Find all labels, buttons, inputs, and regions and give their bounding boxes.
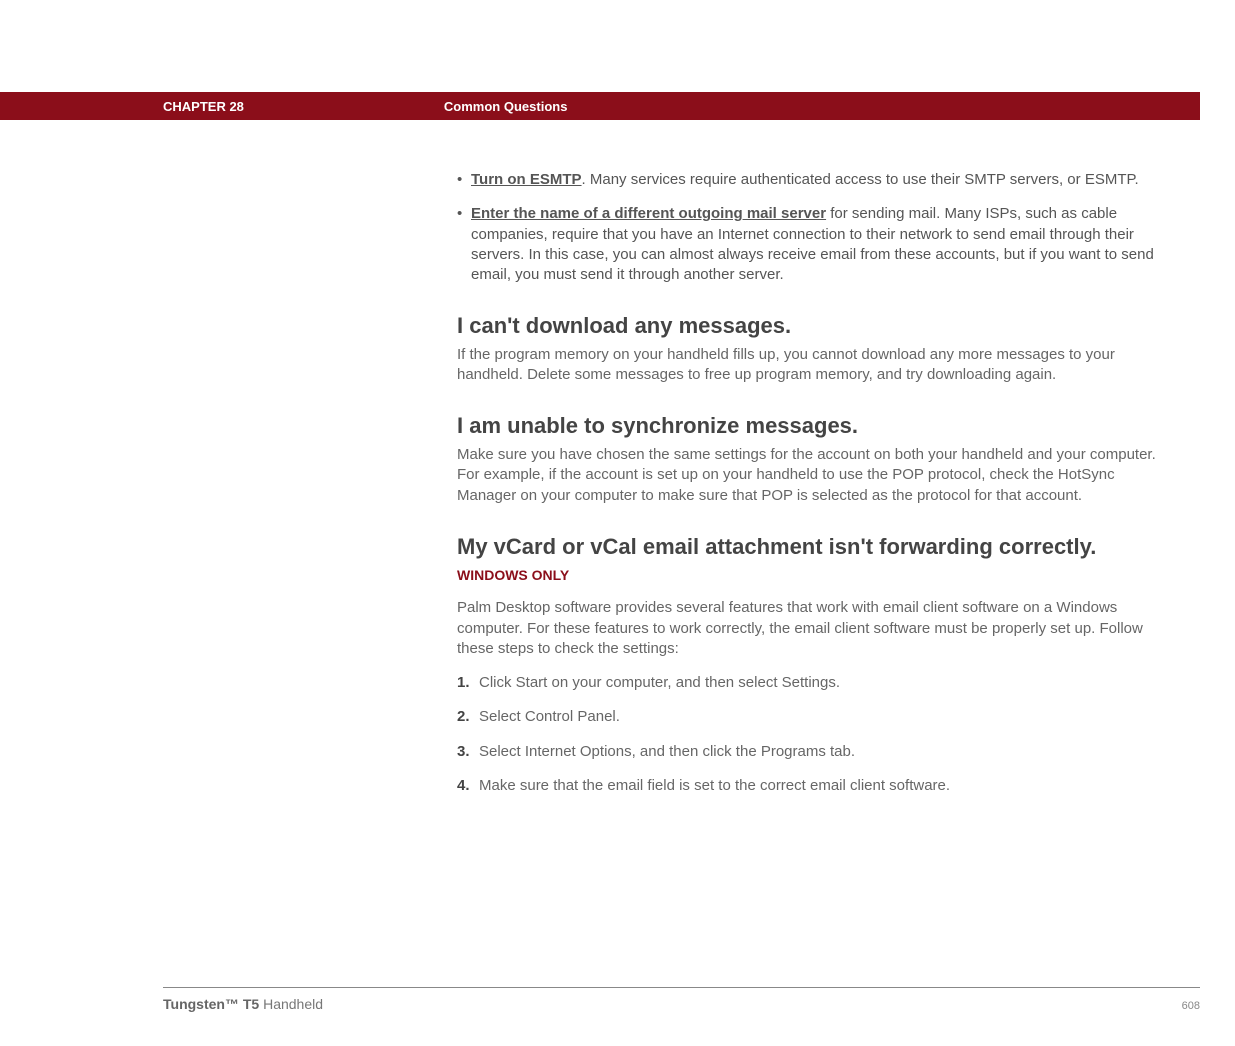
link-esmtp[interactable]: Turn on ESMTP xyxy=(471,171,582,188)
product-bold: Tungsten™ T5 xyxy=(163,996,259,1012)
link-outgoing-server[interactable]: Enter the name of a different outgoing m… xyxy=(471,205,826,222)
paragraph: If the program memory on your handheld f… xyxy=(457,345,1157,386)
step-text: Select Internet Options, and then click … xyxy=(479,742,1157,762)
bullet-text: Turn on ESMTP. Many services require aut… xyxy=(471,170,1157,190)
step-number: 3. xyxy=(457,742,479,762)
page-footer: Tungsten™ T5 Handheld 608 xyxy=(163,987,1200,1012)
heading-cant-download: I can't download any messages. xyxy=(457,311,1157,341)
bullet-body: . Many services require authenticated ac… xyxy=(582,171,1139,188)
step-item: 4. Make sure that the email field is set… xyxy=(457,776,1157,796)
product-rest: Handheld xyxy=(259,996,323,1012)
chapter-header: CHAPTER 28 Common Questions xyxy=(0,92,1200,120)
subhead-windows-only: WINDOWS ONLY xyxy=(457,566,1157,585)
bullet-item: • Enter the name of a different outgoing… xyxy=(457,204,1157,285)
step-text: Click Start on your computer, and then s… xyxy=(479,673,1157,693)
heading-vcard: My vCard or vCal email attachment isn't … xyxy=(457,532,1157,562)
step-item: 1. Click Start on your computer, and the… xyxy=(457,673,1157,693)
step-item: 2. Select Control Panel. xyxy=(457,707,1157,727)
section-title: Common Questions xyxy=(444,99,568,114)
step-number: 1. xyxy=(457,673,479,693)
step-number: 2. xyxy=(457,707,479,727)
chapter-label: CHAPTER 28 xyxy=(163,99,244,114)
paragraph: Palm Desktop software provides several f… xyxy=(457,598,1157,659)
step-item: 3. Select Internet Options, and then cli… xyxy=(457,742,1157,762)
bullet-glyph: • xyxy=(457,204,471,285)
bullet-text: Enter the name of a different outgoing m… xyxy=(471,204,1157,285)
bullet-item: • Turn on ESMTP. Many services require a… xyxy=(457,170,1157,190)
page-number: 608 xyxy=(1182,1000,1200,1012)
step-text: Make sure that the email field is set to… xyxy=(479,776,1157,796)
main-content: • Turn on ESMTP. Many services require a… xyxy=(457,120,1157,796)
heading-unable-sync: I am unable to synchronize messages. xyxy=(457,411,1157,441)
step-text: Select Control Panel. xyxy=(479,707,1157,727)
paragraph: Make sure you have chosen the same setti… xyxy=(457,445,1157,506)
product-name: Tungsten™ T5 Handheld xyxy=(163,996,323,1012)
bullet-glyph: • xyxy=(457,170,471,190)
step-number: 4. xyxy=(457,776,479,796)
